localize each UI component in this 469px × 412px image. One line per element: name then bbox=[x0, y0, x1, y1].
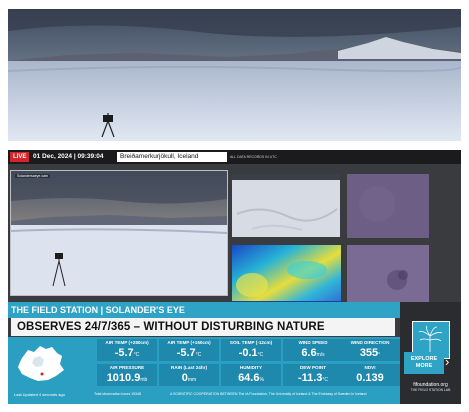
sensor-soil-temp: SOIL TEMP (-12cm) -0.1°C bbox=[221, 339, 281, 361]
sensor-panel: AIR TEMP (+280cm) -5.7°C AIR TEMP (+160c… bbox=[8, 337, 400, 404]
sensor-wind-direction: WIND DIRECTION 355° bbox=[340, 339, 400, 361]
last-updated: Last Updated 4 seconds ago bbox=[14, 392, 65, 397]
live-badge: LIVE bbox=[10, 152, 30, 162]
station-banner: THE FIELD STATION | SOLANDER'S EYE bbox=[8, 302, 400, 318]
sensor-ndvi: NDVI 0.139 bbox=[340, 364, 400, 386]
camera-main[interactable]: Solandersaeye.cam bbox=[10, 170, 228, 296]
location-label: Breiðamerkurjökull, Iceland bbox=[117, 152, 227, 162]
status-bar: LIVE 01 Dec, 2024 | 09:39:04 Breiðamerku… bbox=[8, 150, 461, 164]
tagline-bar: OBSERVES 24/7/365 – WITHOUT DISTURBING N… bbox=[11, 318, 395, 336]
sensor-air-temp-280: AIR TEMP (+280cm) -5.7°C bbox=[97, 339, 157, 361]
station-title: THE FIELD STATION | SOLANDER'S EYE bbox=[11, 305, 185, 315]
camera-multispectral-1[interactable] bbox=[347, 174, 429, 238]
cooperation-note: A SCIENTIFIC COOPERATION BETWEEN The IA … bbox=[170, 392, 367, 396]
camera-snow-closeup[interactable] bbox=[232, 174, 340, 237]
hero-photo bbox=[8, 9, 461, 141]
sensor-rain: RAIN (Last 24hr) 0mm bbox=[159, 364, 219, 386]
explore-more-button[interactable]: EXPLORE MORE bbox=[404, 352, 444, 374]
tagline: OBSERVES 24/7/365 – WITHOUT DISTURBING N… bbox=[17, 321, 325, 333]
records-note: ALL DATA RECORDS IN UTC bbox=[230, 155, 277, 159]
website-subtitle: THE FIELD STATION LAB bbox=[410, 388, 451, 392]
sensor-dew-point: DEW POINT -11.3°C bbox=[283, 364, 343, 386]
sensor-air-temp-160: AIR TEMP (+160cm) -5.7°C bbox=[159, 339, 219, 361]
camera-multispectral-2[interactable] bbox=[347, 245, 429, 309]
observation-hours: Total observation hours 19348 bbox=[94, 392, 141, 396]
camera-label: Solandersaeye.cam bbox=[15, 174, 50, 178]
sensor-wind-speed: WIND SPEED 6.6m/s bbox=[283, 339, 343, 361]
datetime-label: 01 Dec, 2024 | 09:39:04 bbox=[33, 153, 104, 160]
iceland-map-icon bbox=[18, 346, 64, 381]
dashboard: LIVE 01 Dec, 2024 | 09:39:04 Breiðamerku… bbox=[8, 150, 461, 404]
sensor-humidity: HUMIDITY 64.6% bbox=[221, 364, 281, 386]
sensor-air-pressure: AIR PRESSURE 1010.9mb bbox=[97, 364, 157, 386]
camera-thermal[interactable] bbox=[232, 245, 341, 308]
chevron-right-icon[interactable]: › bbox=[445, 354, 449, 370]
